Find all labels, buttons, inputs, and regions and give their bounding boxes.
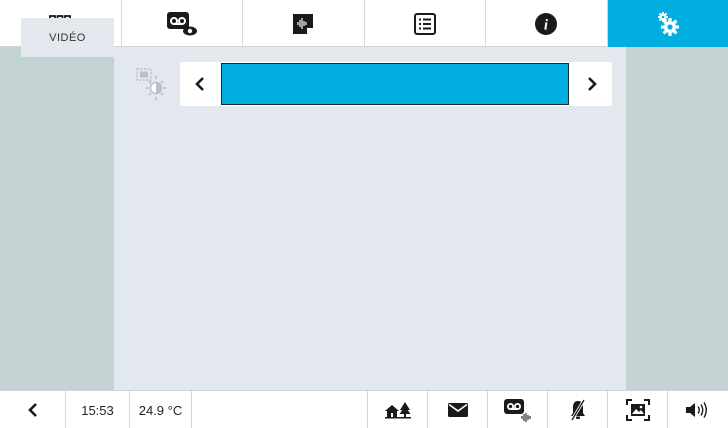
- tab-audio-messages[interactable]: [243, 0, 365, 47]
- tab-settings[interactable]: [607, 0, 728, 47]
- left-sidebar: [0, 47, 114, 390]
- video-level-selector: [180, 62, 612, 106]
- voicemail-audio-button[interactable]: [488, 391, 548, 428]
- increase-button[interactable]: [572, 62, 612, 106]
- tab-info[interactable]: i: [486, 0, 608, 47]
- ringer-button[interactable]: [548, 391, 608, 428]
- picture-frame-icon: [625, 399, 650, 421]
- home-trees-icon: [384, 402, 411, 419]
- chevron-left-icon: [195, 77, 204, 91]
- volume-button[interactable]: [668, 391, 728, 428]
- picture-frame-button[interactable]: [608, 391, 668, 428]
- right-panel: [626, 47, 728, 390]
- clock: 15:53: [66, 391, 130, 428]
- bell-muted-icon: [570, 399, 585, 421]
- messages-button[interactable]: [428, 391, 488, 428]
- level-bar[interactable]: [221, 63, 569, 105]
- decrease-button[interactable]: [180, 62, 220, 106]
- voicemail-view-icon: [166, 11, 197, 35]
- sidebar-item-label: VIDÉO: [49, 31, 86, 44]
- home-status-button[interactable]: [368, 391, 428, 428]
- sidebar-item-video[interactable]: VIDÉO: [21, 18, 114, 57]
- info-icon: i: [535, 12, 558, 35]
- chevron-left-icon: [27, 403, 37, 417]
- status-bar: 15:53 24.9 °C: [0, 390, 728, 428]
- status-spacer: [192, 391, 368, 428]
- back-button[interactable]: [0, 391, 66, 428]
- volume-icon: [686, 402, 707, 418]
- mail-icon: [447, 403, 468, 417]
- chevron-right-icon: [588, 77, 597, 91]
- voicemail-audio-icon: [503, 399, 531, 422]
- audio-message-icon: [293, 13, 314, 34]
- tab-list[interactable]: [365, 0, 486, 47]
- list-icon: [413, 12, 436, 35]
- temperature: 24.9 °C: [130, 391, 192, 428]
- brightness-contrast-icon: [136, 68, 166, 100]
- settings-gears-icon: [657, 11, 679, 36]
- tab-voicemail-view[interactable]: [122, 0, 243, 47]
